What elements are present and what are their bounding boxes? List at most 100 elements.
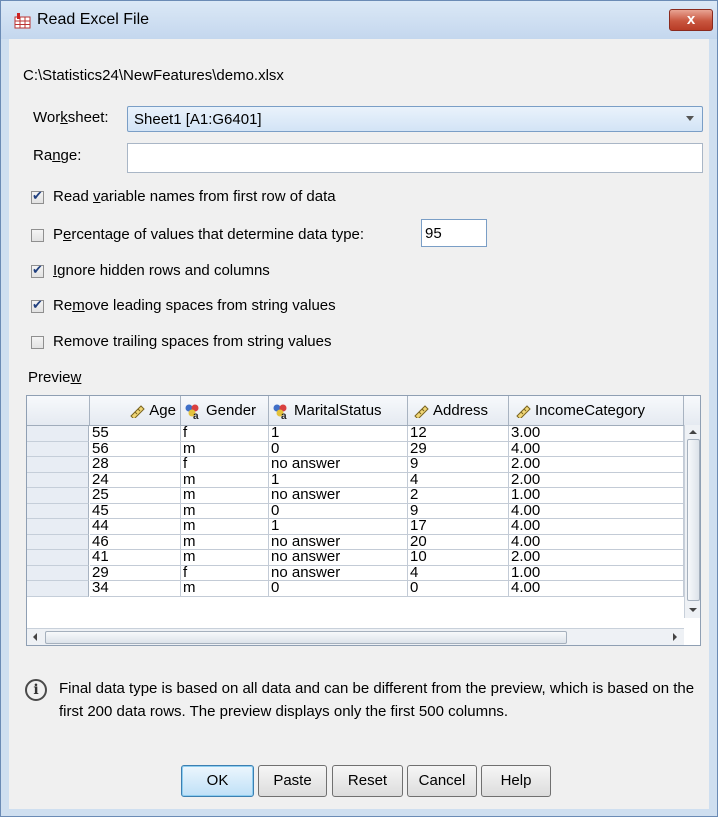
table-cell: m (181, 441, 269, 457)
remove-trailing-checkbox[interactable] (31, 336, 44, 349)
scale-ruler-icon (414, 405, 429, 420)
column-header-incomecategory[interactable]: IncomeCategory (509, 396, 684, 425)
table-cell: 29 (90, 565, 181, 581)
table-cell: 20 (408, 534, 509, 550)
worksheet-dropdown[interactable]: Sheet1 [A1:G6401] (127, 106, 703, 132)
preview-grid[interactable]: Age a Gender a MaritalStatus Address Incom… (26, 395, 701, 646)
table-row: 25 m no answer 2 1.00 (27, 488, 687, 504)
scale-ruler-icon (516, 405, 531, 420)
column-header-gender[interactable]: a Gender (181, 396, 269, 425)
row-header[interactable] (27, 565, 89, 581)
scroll-down-icon[interactable] (688, 606, 698, 614)
ignore-hidden-checkbox[interactable] (31, 263, 44, 278)
table-cell: 1.00 (509, 488, 684, 504)
cancel-button[interactable]: Cancel (407, 765, 477, 797)
table-row: 55 f 1 12 3.00 (27, 426, 687, 442)
table-cell: 1 (269, 519, 408, 535)
table-cell: 24 (90, 472, 181, 488)
table-cell: 46 (90, 534, 181, 550)
ok-button[interactable]: OK (181, 765, 254, 797)
table-row: 24 m 1 4 2.00 (27, 472, 687, 488)
read-excel-dialog: Read Excel File x C:\Statistics24\NewFea… (0, 0, 718, 817)
worksheet-value: Sheet1 [A1:G6401] (134, 111, 262, 128)
table-cell: 56 (90, 441, 181, 457)
horizontal-scrollbar[interactable] (27, 628, 684, 645)
table-cell: 3.00 (509, 426, 684, 442)
row-header[interactable] (27, 488, 89, 504)
table-cell: no answer (269, 488, 408, 504)
close-button[interactable]: x (669, 9, 713, 31)
table-cell: 25 (90, 488, 181, 504)
table-cell: 4.00 (509, 534, 684, 550)
scroll-up-icon[interactable] (688, 428, 698, 436)
title-bar: Read Excel File x (1, 1, 717, 39)
table-cell: 2.00 (509, 550, 684, 566)
table-cell: m (181, 534, 269, 550)
table-cell: 17 (408, 519, 509, 535)
column-header-maritalstatus[interactable]: a MaritalStatus (269, 396, 408, 425)
scroll-right-icon[interactable] (671, 632, 679, 642)
row-header[interactable] (27, 519, 89, 535)
range-input[interactable] (127, 143, 703, 173)
paste-button[interactable]: Paste (258, 765, 327, 797)
chevron-down-icon (686, 116, 694, 121)
table-cell: 2 (408, 488, 509, 504)
remove-trailing-label: Remove trailing spaces from string value… (53, 333, 332, 350)
vertical-scroll-thumb[interactable] (687, 439, 700, 601)
table-cell: m (181, 472, 269, 488)
column-header-age[interactable]: Age (90, 396, 181, 425)
table-cell: f (181, 565, 269, 581)
range-label: Range: (33, 147, 82, 164)
table-cell: no answer (269, 534, 408, 550)
read-variable-names-checkbox[interactable] (31, 189, 44, 204)
preview-header-row: Age a Gender a MaritalStatus Address Incom… (27, 396, 700, 426)
table-cell: m (181, 488, 269, 504)
column-header-address[interactable]: Address (408, 396, 509, 425)
table-row: 45 m 0 9 4.00 (27, 503, 687, 519)
table-cell: 4.00 (509, 519, 684, 535)
table-cell: 10 (408, 550, 509, 566)
table-cell: 29 (408, 441, 509, 457)
table-row: 34 m 0 0 4.00 (27, 581, 687, 597)
table-cell: 12 (408, 426, 509, 442)
nominal-string-icon: a (185, 404, 199, 422)
percentage-input[interactable]: 95 (421, 219, 487, 247)
table-cell: 0 (269, 581, 408, 597)
row-header[interactable] (27, 441, 89, 457)
table-cell: m (181, 503, 269, 519)
window-title: Read Excel File (37, 11, 150, 28)
table-cell: 0 (269, 503, 408, 519)
table-cell: no answer (269, 550, 408, 566)
row-header[interactable] (27, 534, 89, 550)
reset-button[interactable]: Reset (332, 765, 403, 797)
table-cell: no answer (269, 565, 408, 581)
info-message: Final data type is based on all data and… (59, 680, 695, 720)
nominal-string-icon: a (273, 404, 287, 422)
table-cell: 1 (269, 472, 408, 488)
row-header[interactable] (27, 503, 89, 519)
help-button[interactable]: Help (481, 765, 551, 797)
remove-leading-checkbox[interactable] (31, 298, 44, 313)
table-cell: f (181, 457, 269, 473)
table-cell: f (181, 426, 269, 442)
row-header[interactable] (27, 426, 89, 442)
vertical-scrollbar[interactable] (684, 425, 700, 618)
remove-leading-label: Remove leading spaces from string values (53, 297, 336, 314)
ignore-hidden-label: Ignore hidden rows and columns (53, 262, 270, 279)
table-cell: m (181, 550, 269, 566)
table-cell: no answer (269, 457, 408, 473)
row-header[interactable] (27, 472, 89, 488)
row-header[interactable] (27, 457, 89, 473)
table-cell: 4.00 (509, 441, 684, 457)
row-header[interactable] (27, 581, 89, 597)
svg-text:a: a (193, 411, 199, 419)
row-header[interactable] (27, 550, 89, 566)
worksheet-label: Worksheet: (33, 109, 109, 126)
table-cell: 9 (408, 503, 509, 519)
table-cell: 4 (408, 472, 509, 488)
scroll-left-icon[interactable] (31, 632, 39, 642)
corner-cell (27, 396, 90, 425)
percentage-checkbox[interactable] (31, 229, 44, 242)
table-cell: 4.00 (509, 581, 684, 597)
horizontal-scroll-thumb[interactable] (45, 631, 567, 644)
